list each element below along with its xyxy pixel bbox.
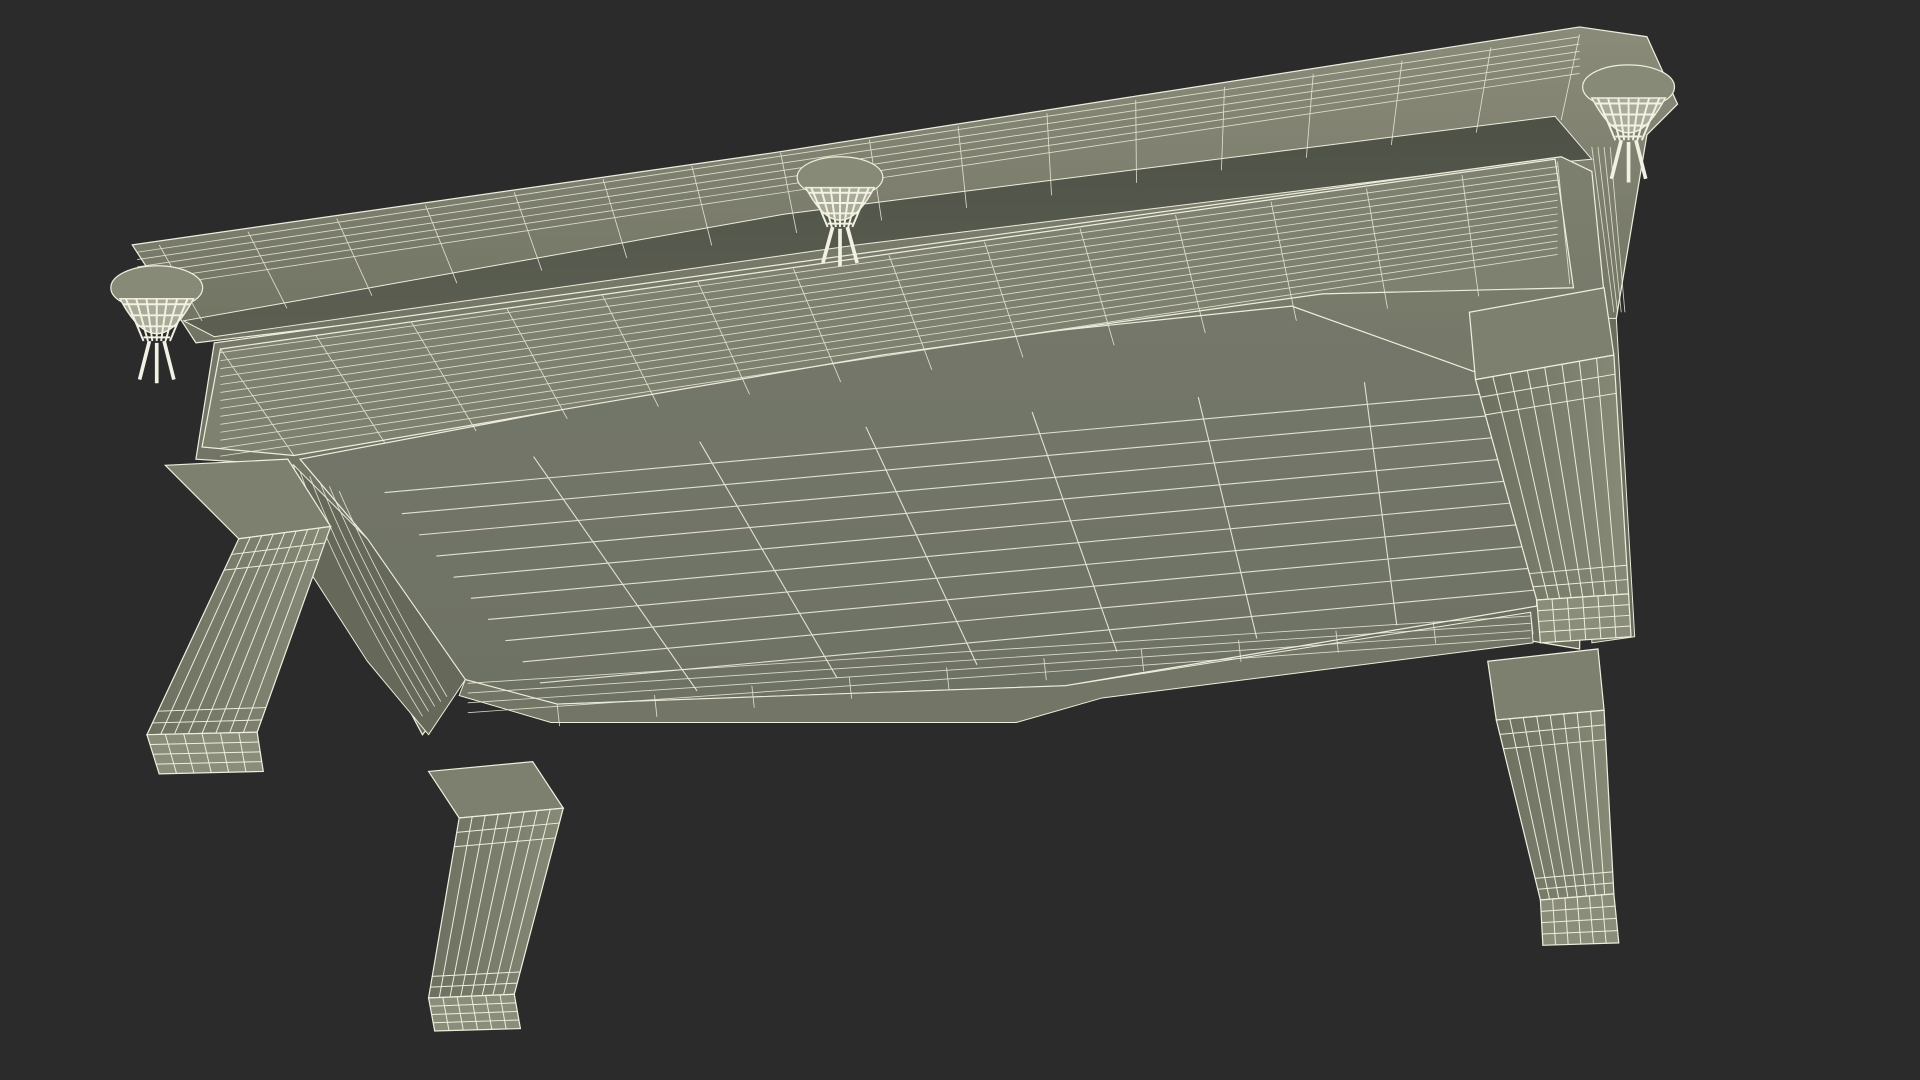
- table-leg-front-center: [427, 760, 565, 1032]
- table-leg-front-left: [145, 458, 332, 775]
- pocket-tassel: [137, 340, 176, 384]
- leg-foot: [1539, 893, 1620, 946]
- leg-collar: [1487, 648, 1605, 721]
- pool-table-wireframe-render: [110, 26, 1679, 1032]
- render-viewport: [0, 0, 1920, 1080]
- table-leg-right-front: [1487, 648, 1620, 946]
